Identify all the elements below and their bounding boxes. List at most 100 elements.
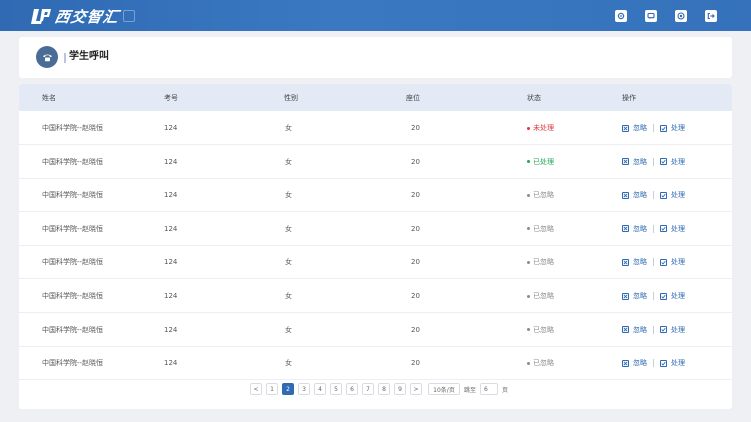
table-row: 中国科学院--赵晓恒 124 女 20 已忽略 忽略 处理 [19,313,732,347]
process-label: 处理 [671,157,685,166]
page-button[interactable]: 8 [378,383,390,395]
page-button[interactable]: 7 [362,383,374,395]
action-separator [653,359,654,368]
message-icon[interactable] [645,10,657,22]
page-button[interactable]: 4 [314,383,326,395]
ignore-label: 忽略 [633,325,647,334]
logout-icon[interactable] [705,10,717,22]
next-page-button[interactable]: > [410,383,422,395]
process-label: 处理 [671,258,685,267]
check-icon [660,292,667,300]
help-icon[interactable] [675,10,687,22]
process-label: 处理 [671,359,685,368]
column-header-seat: 座位 [406,94,420,102]
ignore-icon [622,191,629,199]
status-dot [527,260,530,264]
jump-label: 跳至 [464,386,477,394]
process-button[interactable]: 处理 [660,224,685,234]
ignore-button[interactable]: 忽略 [622,291,647,301]
phone-icon [36,46,58,68]
check-icon [660,191,667,199]
cell-gender: 女 [285,157,292,166]
ignore-button[interactable]: 忽略 [622,190,647,200]
cell-gender: 女 [285,325,292,334]
status-dot [527,126,530,130]
column-header-exam-no: 考号 [164,94,178,102]
status-dot [527,361,530,365]
status-badge: 已忽略 [533,191,554,200]
cell-seat: 20 [411,157,420,166]
process-button[interactable]: 处理 [660,291,685,301]
check-icon [660,225,667,233]
process-label: 处理 [671,292,685,300]
process-label: 处理 [671,124,685,132]
cell-status: 已忽略 [527,291,554,301]
cell-status: 已忽略 [527,358,554,368]
page-button[interactable]: 5 [330,383,342,395]
ignore-button[interactable]: 忽略 [622,123,647,133]
ignore-label: 忽略 [633,292,647,300]
page-size-select[interactable]: 10条/页 [428,383,460,395]
cell-actions: 忽略 处理 [622,358,685,368]
cell-status: 已忽略 [527,224,554,234]
check-icon [660,258,667,266]
top-bar: 西交智汇 [0,0,751,31]
process-button[interactable]: 处理 [660,123,685,133]
ignore-label: 忽略 [633,224,647,233]
page-button[interactable]: 1 [266,383,278,395]
ignore-button[interactable]: 忽略 [622,325,647,335]
cell-seat: 20 [411,325,420,334]
cell-name: 中国科学院--赵晓恒 [42,224,104,233]
process-label: 处理 [671,224,685,233]
page-button[interactable]: 2 [282,383,294,395]
toolbar [615,10,717,22]
page-button[interactable]: 9 [394,383,406,395]
ignore-button[interactable]: 忽略 [622,224,647,234]
app-name: 西交智汇 [53,7,121,26]
ignore-button[interactable]: 忽略 [622,157,647,167]
cell-actions: 忽略 处理 [622,123,685,133]
cell-exam-no: 124 [164,292,178,300]
cell-name: 中国科学院--赵晓恒 [42,292,104,300]
pagination: < 123456789 > 10条/页 跳至 6 页 [250,382,508,396]
cell-seat: 20 [411,191,420,200]
process-button[interactable]: 处理 [660,190,685,200]
cell-name: 中国科学院--赵晓恒 [42,124,104,132]
cell-seat: 20 [411,258,420,267]
cell-name: 中国科学院--赵晓恒 [42,258,104,267]
cell-gender: 女 [285,359,292,368]
ignore-label: 忽略 [633,157,647,166]
ignore-icon [622,292,629,300]
page-button[interactable]: 6 [346,383,358,395]
process-button[interactable]: 处理 [660,257,685,267]
ignore-icon [622,258,629,266]
ignore-label: 忽略 [633,359,647,368]
cell-exam-no: 124 [164,224,178,233]
cell-status: 已处理 [527,157,554,167]
process-button[interactable]: 处理 [660,325,685,335]
settings-icon[interactable] [615,10,627,22]
table-row: 中国科学院--赵晓恒 124 女 20 未处理 忽略 处理 [19,111,732,145]
cell-seat: 20 [411,224,420,233]
cell-gender: 女 [285,191,292,200]
cell-seat: 20 [411,359,420,368]
logo-mark-icon [30,7,52,25]
jump-page-input[interactable]: 6 [480,383,499,395]
table-row: 中国科学院--赵晓恒 124 女 20 已忽略 忽略 处理 [19,279,732,313]
page-button[interactable]: 3 [298,383,310,395]
table-row: 中国科学院--赵晓恒 124 女 20 已处理 忽略 处理 [19,145,732,179]
cell-actions: 忽略 处理 [622,291,685,301]
prev-page-button[interactable]: < [250,383,262,395]
ignore-button[interactable]: 忽略 [622,358,647,368]
cell-name: 中国科学院--赵晓恒 [42,157,104,166]
process-label: 处理 [671,325,685,334]
process-button[interactable]: 处理 [660,358,685,368]
status-badge: 已忽略 [533,292,554,300]
process-button[interactable]: 处理 [660,157,685,167]
table-row: 中国科学院--赵晓恒 124 女 20 已忽略 忽略 处理 [19,212,732,246]
ignore-button[interactable]: 忽略 [622,257,647,267]
process-label: 处理 [671,191,685,200]
status-dot [527,294,530,298]
cell-status: 已忽略 [527,325,554,335]
status-dot [527,227,530,231]
